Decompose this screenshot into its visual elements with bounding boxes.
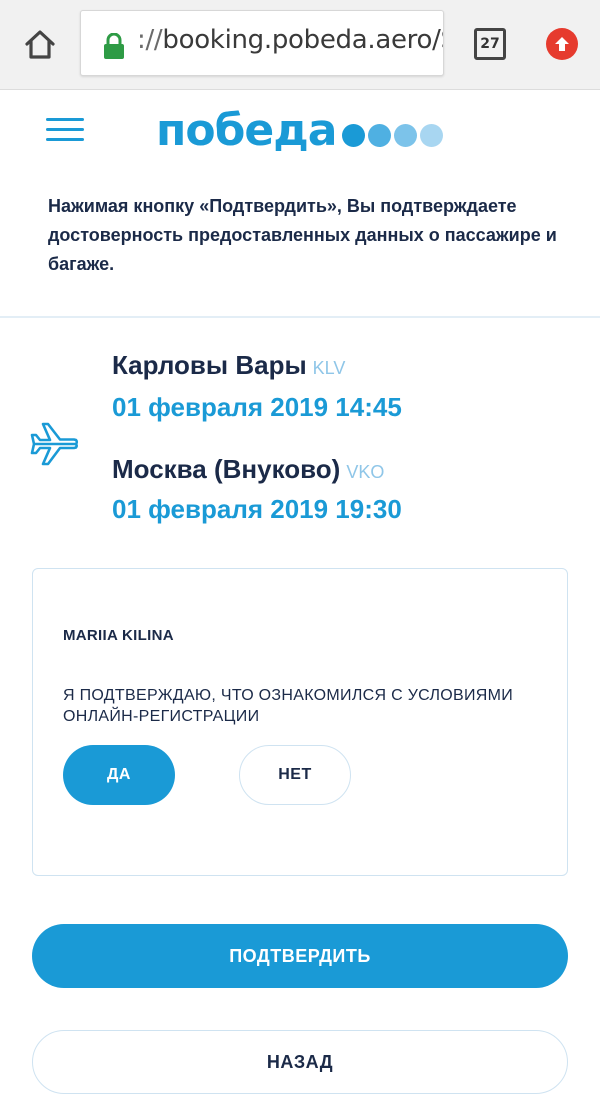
home-icon [25,30,55,59]
url-host: booking.pobeda.aero/S [162,25,444,55]
browser-toolbar: ://booking.pobeda.aero/S 27 [0,0,600,90]
departure-datetime: 01 февраля 2019 14:45 [112,392,402,422]
logo-text: победа [156,104,337,156]
passenger-card: MARIIA KILINA Я ПОДТВЕРЖДАЮ, ЧТО ОЗНАКОМ… [32,568,568,876]
departure-city-name: Карловы Вары [112,350,307,380]
terms-confirmation-text: Я ПОДТВЕРЖДАЮ, ЧТО ОЗНАКОМИЛСЯ С УСЛОВИЯ… [63,687,514,725]
tab-switcher-button[interactable]: 27 [474,28,506,60]
divider [0,316,600,318]
lock-icon [104,33,124,59]
confirmation-notice: Нажимая кнопку «Подтвердить», Вы подтвер… [48,196,557,274]
arrival-airport-code: VKO [346,462,385,482]
address-bar[interactable]: ://booking.pobeda.aero/S [80,10,444,76]
home-button[interactable] [20,24,60,64]
update-button[interactable] [546,28,578,60]
hamburger-menu-button[interactable] [46,116,86,146]
logo-dot [342,123,366,147]
logo-dots [342,123,446,147]
departure-city: Карловы Вары KLV [112,350,345,381]
arrival-datetime: 01 февраля 2019 19:30 [112,494,402,524]
no-button[interactable]: НЕТ [239,745,351,805]
url-text: ://booking.pobeda.aero/S [137,25,444,55]
confirm-button[interactable]: ПОДТВЕРДИТЬ [32,924,568,988]
url-scheme: :// [137,25,163,55]
yes-button[interactable]: ДА [63,745,175,805]
pobeda-logo[interactable]: победа [156,100,446,160]
arrow-up-icon [555,37,569,51]
arrival-city: Москва (Внуково) VKO [112,454,384,485]
logo-dot [394,123,418,147]
passenger-name: MARIIA KILINA [63,627,174,644]
menu-icon-line [46,128,84,131]
back-button[interactable]: НАЗАД [32,1030,568,1094]
logo-dot [368,123,392,147]
arrival-city-name: Москва (Внуково) [112,454,341,484]
logo-dot [420,123,444,147]
departure-airport-code: KLV [312,358,346,378]
plane-icon [30,422,79,466]
menu-icon-line [46,118,84,121]
menu-icon-line [46,138,84,141]
